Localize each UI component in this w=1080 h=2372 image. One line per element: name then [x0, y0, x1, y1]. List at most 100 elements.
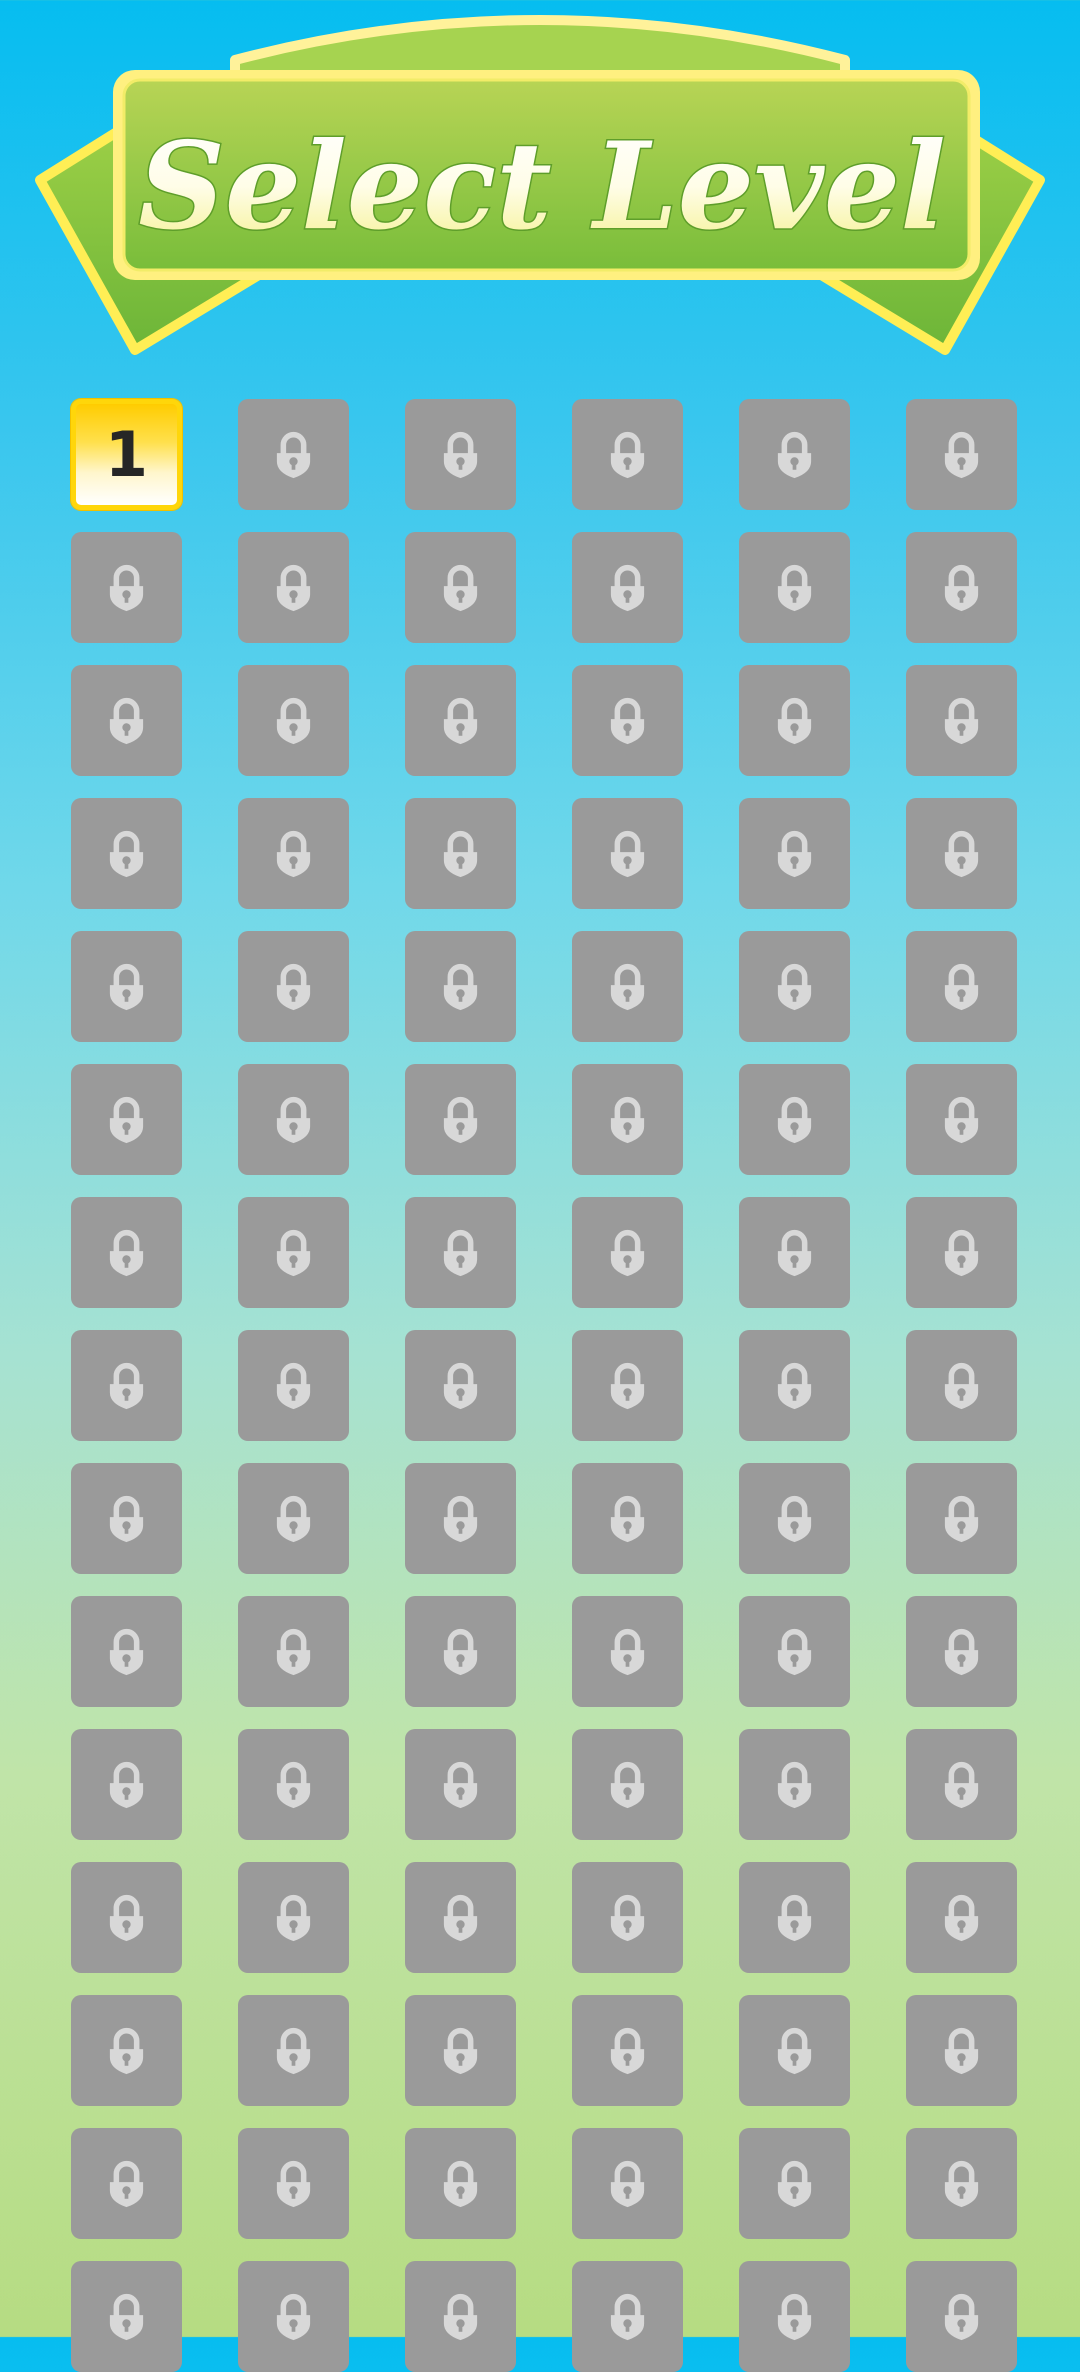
locked-level-button[interactable]: [739, 931, 850, 1042]
locked-level-button[interactable]: [572, 2261, 683, 2372]
locked-level-button[interactable]: [739, 1197, 850, 1308]
locked-level-button[interactable]: [906, 1995, 1017, 2106]
locked-level-button[interactable]: [572, 1330, 683, 1441]
locked-level-button[interactable]: [906, 1596, 1017, 1707]
locked-level-button[interactable]: [906, 1729, 1017, 1840]
locked-level-button[interactable]: [739, 1463, 850, 1574]
locked-level-button[interactable]: [71, 1463, 182, 1574]
locked-level-button[interactable]: [405, 399, 516, 510]
locked-level-button[interactable]: [238, 1463, 349, 1574]
locked-level-button[interactable]: [572, 1197, 683, 1308]
locked-level-button[interactable]: [739, 2128, 850, 2239]
locked-level-button[interactable]: [572, 798, 683, 909]
locked-level-button[interactable]: [739, 1596, 850, 1707]
lock-icon: [442, 1362, 479, 1410]
lock-icon: [108, 2027, 145, 2075]
locked-level-button[interactable]: [238, 2261, 349, 2372]
locked-level-button[interactable]: [238, 1862, 349, 1973]
locked-level-button[interactable]: [906, 2261, 1017, 2372]
locked-level-button[interactable]: [405, 798, 516, 909]
locked-level-button[interactable]: [405, 1596, 516, 1707]
locked-level-button[interactable]: [405, 1330, 516, 1441]
level-button-1[interactable]: 1: [71, 399, 182, 510]
locked-level-button[interactable]: [238, 532, 349, 643]
lock-icon: [442, 2027, 479, 2075]
locked-level-button[interactable]: [739, 2261, 850, 2372]
locked-level-button[interactable]: [572, 1463, 683, 1574]
locked-level-button[interactable]: [71, 532, 182, 643]
lock-icon: [943, 1362, 980, 1410]
locked-level-button[interactable]: [238, 1995, 349, 2106]
locked-level-button[interactable]: [238, 1064, 349, 1175]
locked-level-button[interactable]: [405, 1729, 516, 1840]
locked-level-button[interactable]: [739, 798, 850, 909]
locked-level-button[interactable]: [572, 931, 683, 1042]
locked-level-button[interactable]: [405, 1197, 516, 1308]
locked-level-button[interactable]: [71, 931, 182, 1042]
locked-level-button[interactable]: [405, 1862, 516, 1973]
locked-level-button[interactable]: [906, 1197, 1017, 1308]
locked-level-button[interactable]: [238, 665, 349, 776]
locked-level-button[interactable]: [238, 1729, 349, 1840]
locked-level-button[interactable]: [739, 1862, 850, 1973]
locked-level-button[interactable]: [572, 399, 683, 510]
locked-level-button[interactable]: [71, 1729, 182, 1840]
locked-level-button[interactable]: [71, 1197, 182, 1308]
lock-icon: [275, 1495, 312, 1543]
locked-level-button[interactable]: [572, 1596, 683, 1707]
locked-level-button[interactable]: [572, 1995, 683, 2106]
locked-level-button[interactable]: [572, 2128, 683, 2239]
locked-level-button[interactable]: [405, 2261, 516, 2372]
locked-level-button[interactable]: [71, 1596, 182, 1707]
locked-level-button[interactable]: [572, 1729, 683, 1840]
locked-level-button[interactable]: [906, 931, 1017, 1042]
locked-level-button[interactable]: [405, 1463, 516, 1574]
locked-level-button[interactable]: [572, 1862, 683, 1973]
locked-level-button[interactable]: [405, 2128, 516, 2239]
locked-level-button[interactable]: [906, 399, 1017, 510]
locked-level-button[interactable]: [739, 1064, 850, 1175]
locked-level-button[interactable]: [739, 532, 850, 643]
locked-level-button[interactable]: [238, 798, 349, 909]
locked-level-button[interactable]: [739, 399, 850, 510]
locked-level-button[interactable]: [71, 798, 182, 909]
lock-icon: [108, 830, 145, 878]
locked-level-button[interactable]: [71, 665, 182, 776]
locked-level-button[interactable]: [906, 1862, 1017, 1973]
locked-level-button[interactable]: [71, 1995, 182, 2106]
locked-level-button[interactable]: [405, 1995, 516, 2106]
locked-level-button[interactable]: [739, 665, 850, 776]
locked-level-button[interactable]: [71, 1862, 182, 1973]
locked-level-button[interactable]: [739, 1330, 850, 1441]
locked-level-button[interactable]: [906, 665, 1017, 776]
lock-icon: [943, 1096, 980, 1144]
locked-level-button[interactable]: [405, 931, 516, 1042]
locked-level-button[interactable]: [906, 1064, 1017, 1175]
lock-icon: [275, 1362, 312, 1410]
locked-level-button[interactable]: [238, 1330, 349, 1441]
lock-icon: [275, 830, 312, 878]
locked-level-button[interactable]: [71, 1330, 182, 1441]
locked-level-button[interactable]: [238, 1197, 349, 1308]
lock-icon: [108, 697, 145, 745]
locked-level-button[interactable]: [739, 1729, 850, 1840]
locked-level-button[interactable]: [405, 532, 516, 643]
locked-level-button[interactable]: [906, 532, 1017, 643]
locked-level-button[interactable]: [238, 399, 349, 510]
locked-level-button[interactable]: [906, 798, 1017, 909]
locked-level-button[interactable]: [71, 2128, 182, 2239]
locked-level-button[interactable]: [739, 1995, 850, 2106]
locked-level-button[interactable]: [405, 1064, 516, 1175]
locked-level-button[interactable]: [238, 1596, 349, 1707]
locked-level-button[interactable]: [572, 665, 683, 776]
locked-level-button[interactable]: [238, 2128, 349, 2239]
locked-level-button[interactable]: [572, 1064, 683, 1175]
locked-level-button[interactable]: [405, 665, 516, 776]
locked-level-button[interactable]: [71, 1064, 182, 1175]
locked-level-button[interactable]: [572, 532, 683, 643]
locked-level-button[interactable]: [906, 2128, 1017, 2239]
locked-level-button[interactable]: [238, 931, 349, 1042]
locked-level-button[interactable]: [71, 2261, 182, 2372]
locked-level-button[interactable]: [906, 1463, 1017, 1574]
locked-level-button[interactable]: [906, 1330, 1017, 1441]
